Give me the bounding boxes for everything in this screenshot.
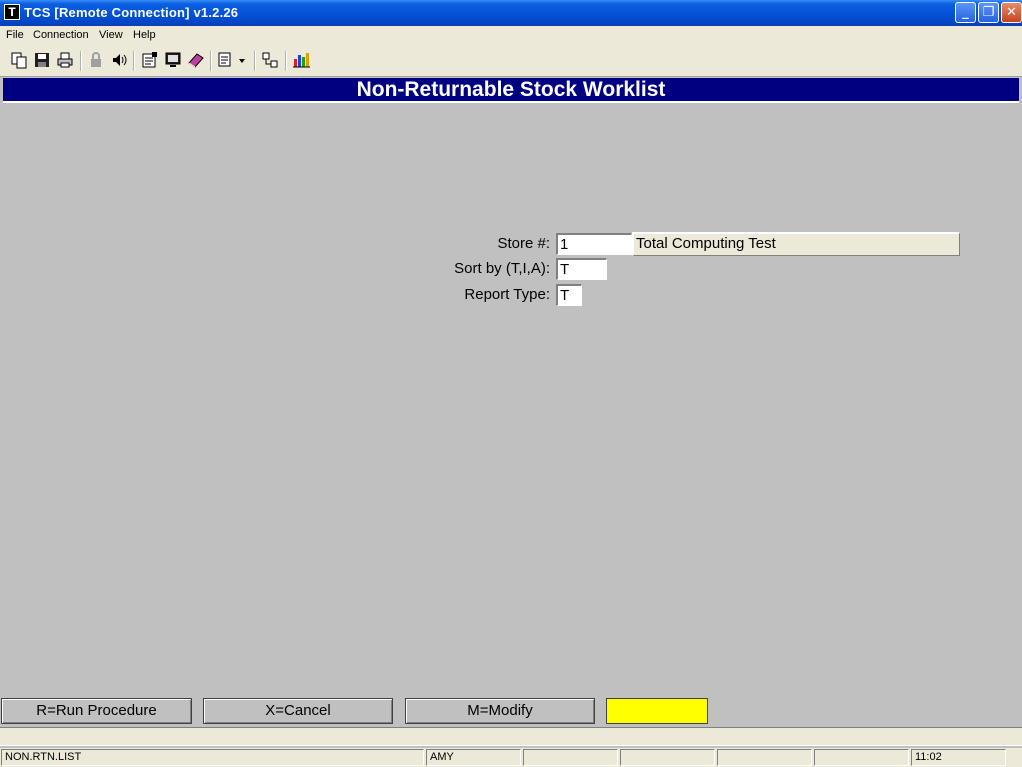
store-description: Total Computing Test [632, 232, 960, 256]
status-program: NON.RTN.LIST [1, 749, 424, 766]
status-user: AMY [426, 749, 521, 766]
sort-by-label: Sort by (T,I,A): [454, 260, 550, 277]
restore-button[interactable]: ❐ [978, 2, 999, 23]
chart-icon[interactable] [291, 51, 311, 71]
close-button[interactable]: ✕ [1001, 2, 1022, 23]
toolbar-separator [210, 51, 212, 71]
message-line [0, 727, 1022, 746]
properties-icon[interactable] [140, 51, 160, 71]
status-cell [814, 749, 909, 766]
status-time: 11:02 [911, 749, 1006, 766]
menu-connection[interactable]: Connection [33, 29, 89, 41]
run-procedure-button[interactable]: R=Run Procedure [1, 698, 192, 724]
app-icon[interactable]: T [4, 4, 20, 20]
copy-icon[interactable] [9, 51, 29, 71]
chevron-down-icon[interactable] [235, 51, 249, 71]
title-bar[interactable]: T TCS [Remote Connection] v1.2.26 _ ❐ ✕ [0, 0, 1022, 26]
toolbar-separator [254, 51, 256, 71]
client-area: Non-Returnable Stock Worklist Store #: 1… [0, 77, 1022, 727]
sort-by-input[interactable]: T [556, 258, 607, 280]
network-icon[interactable] [260, 51, 280, 71]
print-icon[interactable] [55, 51, 75, 71]
status-bar: NON.RTN.LIST AMY 11:02 [0, 748, 1022, 767]
toolbar [0, 46, 1022, 77]
store-label: Store #: [497, 235, 550, 252]
lock-icon[interactable] [86, 51, 106, 71]
book-icon[interactable] [186, 51, 206, 71]
page-title: Non-Returnable Stock Worklist [3, 78, 1019, 103]
window-title: TCS [Remote Connection] v1.2.26 [24, 5, 239, 20]
toolbar-separator [80, 51, 82, 71]
monitor-icon[interactable] [163, 51, 183, 71]
status-cell [620, 749, 715, 766]
report-type-input[interactable]: T [556, 284, 582, 306]
store-input[interactable]: 1 [556, 233, 632, 255]
menu-help[interactable]: Help [133, 29, 156, 41]
cancel-button[interactable]: X=Cancel [203, 698, 393, 724]
toolbar-separator [285, 51, 287, 71]
status-cell [523, 749, 618, 766]
menu-file[interactable]: File [6, 29, 24, 41]
save-icon[interactable] [32, 51, 52, 71]
audio-icon[interactable] [109, 51, 129, 71]
toolbar-separator [133, 51, 135, 71]
window-dropdown-icon[interactable] [216, 51, 236, 71]
menu-view[interactable]: View [99, 29, 123, 41]
menu-bar: File Connection View Help [0, 26, 1022, 46]
minimize-button[interactable]: _ [955, 2, 976, 23]
report-type-label: Report Type: [464, 286, 550, 303]
status-cell [717, 749, 812, 766]
function-key-indicator [606, 698, 708, 724]
modify-button[interactable]: M=Modify [405, 698, 595, 724]
